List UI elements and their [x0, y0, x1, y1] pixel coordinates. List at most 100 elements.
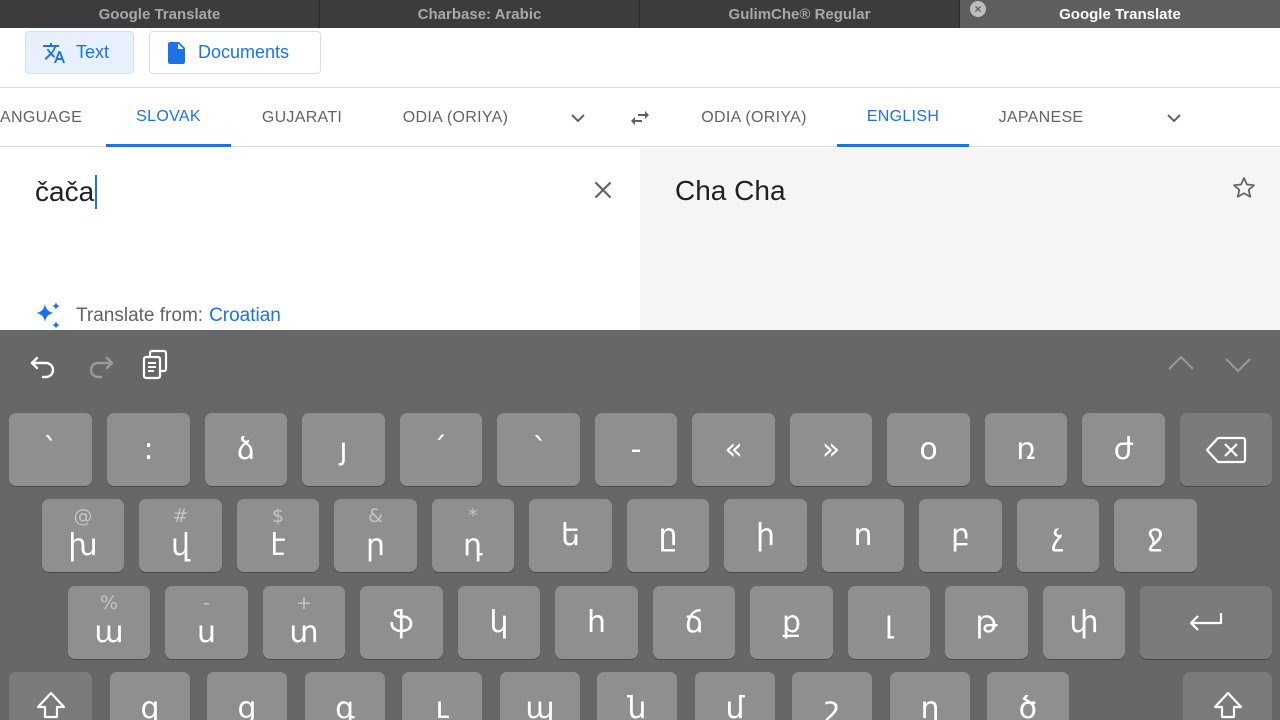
key[interactable]: ք: [750, 586, 833, 659]
key[interactable]: փ: [1043, 586, 1125, 659]
browser-tab-active[interactable]: × Google Translate: [960, 0, 1280, 28]
target-panel: Cha Cha: [640, 148, 1280, 330]
target-lang-tab[interactable]: ODIA (ORIYA): [690, 89, 818, 147]
key[interactable]: ՝: [497, 413, 580, 486]
key[interactable]: շ: [792, 672, 872, 720]
key[interactable]: `: [9, 413, 92, 486]
text-mode-button[interactable]: Text: [25, 31, 134, 74]
key[interactable]: -: [595, 413, 677, 486]
source-lang-tab[interactable]: ODIA (ORIYA): [390, 89, 521, 147]
key[interactable]: ձ: [205, 413, 287, 486]
browser-tab-bar: Google Translate Charbase: Arabic GulimC…: [0, 0, 1280, 28]
language-bar: ANGUAGE SLOVAK GUJARATI ODIA (ORIYA) ODI…: [0, 89, 1280, 147]
key[interactable]: ֆ: [360, 586, 443, 659]
key[interactable]: + տ: [263, 586, 345, 659]
key-label: կ: [489, 605, 509, 640]
key-label: ս: [196, 615, 216, 650]
source-lang-tab[interactable]: GUJARATI: [245, 89, 359, 147]
key[interactable]: ռ: [985, 413, 1067, 486]
key[interactable]: պ: [500, 672, 580, 720]
target-lang-tab-active[interactable]: ENGLISH: [837, 89, 969, 147]
key[interactable]: ց: [207, 672, 287, 720]
key-label: ջ: [1147, 518, 1164, 553]
key[interactable]: ղ: [890, 672, 970, 720]
key[interactable]: հ: [555, 586, 638, 659]
source-lang-tab[interactable]: ANGUAGE: [0, 89, 82, 147]
chevron-up-icon[interactable]: [1165, 348, 1197, 380]
tab-title: Charbase: Arabic: [417, 5, 542, 23]
key[interactable]: ՛: [400, 413, 482, 486]
key[interactable]: @ խ: [42, 499, 124, 572]
shift-key-right[interactable]: [1183, 672, 1272, 720]
target-lang-tab[interactable]: JAPANESE: [985, 89, 1097, 147]
key-label: ճ: [684, 605, 704, 640]
key-label: ի: [755, 518, 775, 553]
key[interactable]: * դ: [432, 499, 514, 572]
undo-icon[interactable]: [28, 348, 60, 380]
close-tab-icon[interactable]: ×: [970, 1, 986, 17]
key[interactable]: ո: [822, 499, 904, 572]
key-label: դ: [463, 528, 483, 563]
shift-icon: [1213, 691, 1242, 718]
swap-arrows-icon[interactable]: [628, 106, 652, 130]
browser-tab[interactable]: Charbase: Arabic: [320, 0, 640, 28]
key[interactable]: ժ: [1082, 413, 1165, 486]
redo-icon[interactable]: [84, 348, 116, 380]
language-suggestion: Translate from: Croatian: [32, 300, 281, 332]
key-label: մ: [725, 691, 745, 720]
browser-tab[interactable]: Google Translate: [0, 0, 320, 28]
key[interactable]: & ր: [334, 499, 417, 572]
source-lang-tab-active[interactable]: SLOVAK: [106, 89, 231, 147]
key[interactable]: չ: [1017, 499, 1099, 572]
key[interactable]: ը: [627, 499, 709, 572]
clipboard-icon[interactable]: [140, 348, 172, 380]
backspace-key[interactable]: [1180, 413, 1272, 486]
backspace-icon: [1205, 436, 1247, 463]
chevron-down-icon[interactable]: [1162, 106, 1186, 130]
key[interactable]: բ: [919, 499, 1002, 572]
key[interactable]: # վ: [139, 499, 222, 572]
close-icon[interactable]: [590, 177, 616, 203]
source-panel: čača Translate from: Croatian: [0, 148, 640, 330]
key[interactable]: $ է: [237, 499, 319, 572]
key[interactable]: :: [107, 413, 190, 486]
key[interactable]: թ: [945, 586, 1028, 659]
key[interactable]: մ: [695, 672, 775, 720]
chevron-down-icon[interactable]: [1222, 348, 1254, 380]
key[interactable]: լ: [848, 586, 930, 659]
shift-icon: [36, 691, 65, 718]
source-text-input[interactable]: čača: [35, 175, 98, 209]
key[interactable]: -ս: [165, 586, 248, 659]
key[interactable]: »: [790, 413, 872, 486]
return-key[interactable]: [1140, 586, 1272, 659]
documents-mode-label: Documents: [198, 42, 290, 62]
key[interactable]: ի: [724, 499, 807, 572]
key-label: վ: [170, 528, 190, 563]
key-label: ո: [853, 518, 873, 553]
key[interactable]: o: [887, 413, 970, 486]
key[interactable]: գ: [305, 672, 385, 720]
key[interactable]: ջ: [1114, 499, 1197, 572]
browser-tab[interactable]: GulimChe® Regular: [640, 0, 960, 28]
key[interactable]: % ա: [68, 586, 150, 659]
key[interactable]: զ: [110, 672, 190, 720]
key-label: է: [270, 528, 286, 563]
suggestion-language-link[interactable]: Croatian: [209, 305, 281, 327]
key[interactable]: կ: [458, 586, 540, 659]
star-icon[interactable]: [1231, 175, 1257, 201]
key[interactable]: յ: [302, 413, 385, 486]
shift-key-left[interactable]: [9, 672, 92, 720]
key-label: փ: [1069, 605, 1099, 640]
key-label: ը: [658, 518, 678, 553]
key[interactable]: «: [692, 413, 775, 486]
documents-mode-button[interactable]: Documents: [149, 31, 321, 74]
key-label: խ: [68, 528, 98, 563]
key[interactable]: ճ: [653, 586, 735, 659]
key[interactable]: ւ: [402, 672, 482, 720]
key[interactable]: ծ: [987, 672, 1069, 720]
key-secondary-label: *: [468, 505, 478, 527]
text-mode-label: Text: [76, 42, 110, 62]
chevron-down-icon[interactable]: [566, 106, 590, 130]
key[interactable]: ե: [529, 499, 612, 572]
key[interactable]: ն: [597, 672, 677, 720]
